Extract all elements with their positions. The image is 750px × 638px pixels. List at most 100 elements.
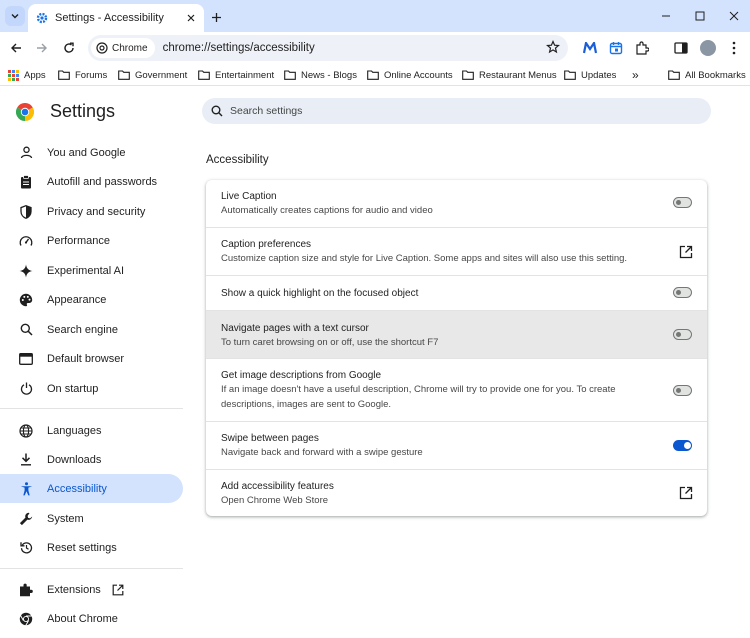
- extension-m-icon[interactable]: [580, 38, 600, 58]
- bookmark-folder-restaurant-menus[interactable]: Restaurant Menus: [462, 68, 557, 82]
- bookmark-label: All Bookmarks: [685, 69, 746, 81]
- more-menu-icon[interactable]: [724, 38, 744, 58]
- bookmark-folder-online-accounts[interactable]: Online Accounts: [367, 68, 453, 82]
- side-panel-icon[interactable]: [671, 38, 691, 58]
- caret-browsing-toggle[interactable]: [673, 329, 692, 340]
- setting-subtitle: Customize caption size and style for Liv…: [221, 253, 628, 264]
- external-link-icon[interactable]: [679, 486, 693, 500]
- palette-icon: [19, 293, 33, 307]
- new-tab-button[interactable]: [207, 8, 225, 26]
- maximize-button[interactable]: [690, 6, 710, 26]
- swipe-navigation-toggle[interactable]: [673, 440, 692, 451]
- folder-icon: [284, 70, 296, 80]
- image-descriptions-toggle[interactable]: [673, 385, 692, 396]
- site-info-chip[interactable]: Chrome: [91, 38, 155, 58]
- sidebar-item-accessibility[interactable]: Accessibility: [0, 474, 183, 503]
- bookmark-folder-government[interactable]: Government: [118, 68, 187, 82]
- setting-row-swipe-navigation[interactable]: Swipe between pages Navigate back and fo…: [206, 421, 707, 469]
- bookmark-folder-entertainment[interactable]: Entertainment: [198, 68, 274, 82]
- profile-avatar[interactable]: [698, 38, 718, 58]
- bookmark-label: Apps: [24, 69, 46, 81]
- setting-row-caption-preferences[interactable]: Caption preferences Customize caption si…: [206, 227, 707, 275]
- close-tab-icon[interactable]: [186, 13, 196, 23]
- address-bar[interactable]: Chrome chrome://settings/accessibility: [88, 35, 568, 61]
- all-bookmarks-folder[interactable]: All Bookmarks: [668, 68, 746, 82]
- back-button[interactable]: [6, 38, 26, 58]
- sidebar-item-label: Appearance: [47, 293, 107, 306]
- sidebar-item-system[interactable]: System: [0, 504, 183, 533]
- sidebar-item-label: Default browser: [47, 352, 125, 365]
- sidebar-item-autofill[interactable]: Autofill and passwords: [0, 167, 183, 196]
- shield-icon: [19, 204, 33, 219]
- clipboard-icon: [19, 174, 33, 189]
- sidebar-item-label: Privacy and security: [47, 205, 146, 218]
- close-window-button[interactable]: [724, 6, 744, 26]
- setting-row-image-descriptions[interactable]: Get image descriptions from Google If an…: [206, 358, 707, 421]
- sidebar-item-extensions[interactable]: Extensions: [0, 575, 183, 604]
- sidebar-item-you-and-google[interactable]: You and Google: [0, 138, 183, 167]
- setting-row-live-caption[interactable]: Live Caption Automatically creates capti…: [206, 180, 707, 227]
- sidebar-item-search-engine[interactable]: Search engine: [0, 315, 183, 344]
- setting-row-caret-browsing[interactable]: Navigate pages with a text cursor To tur…: [206, 310, 707, 358]
- focus-highlight-toggle[interactable]: [673, 287, 692, 298]
- search-input[interactable]: [230, 105, 670, 117]
- sidebar-item-languages[interactable]: Languages: [0, 416, 183, 445]
- bookmark-folder-forums[interactable]: Forums: [58, 68, 107, 82]
- wrench-icon: [19, 512, 33, 526]
- sidebar-item-reset-settings[interactable]: Reset settings: [0, 533, 183, 562]
- minimize-button[interactable]: [656, 6, 676, 26]
- bookmark-star-icon[interactable]: [546, 40, 560, 54]
- minimize-icon: [662, 15, 670, 17]
- external-link-icon[interactable]: [679, 245, 693, 259]
- setting-title: Add accessibility features: [221, 481, 334, 492]
- search-settings-box[interactable]: [202, 98, 711, 124]
- setting-row-add-accessibility-features[interactable]: Add accessibility features Open Chrome W…: [206, 469, 707, 516]
- setting-subtitle: If an image doesn't have a useful descri…: [221, 384, 616, 410]
- bookmark-label: News - Blogs: [301, 69, 357, 81]
- arrow-right-icon: [37, 43, 47, 53]
- download-icon: [19, 453, 33, 467]
- sidebar-item-label: About Chrome: [47, 612, 118, 625]
- speedometer-icon: [19, 234, 33, 248]
- sidebar-item-privacy[interactable]: Privacy and security: [0, 197, 183, 226]
- bookmark-label: Entertainment: [215, 69, 275, 81]
- setting-subtitle: Automatically creates captions for audio…: [221, 205, 433, 216]
- globe-icon: [19, 423, 33, 438]
- maximize-icon: [695, 11, 705, 21]
- setting-row-focus-highlight[interactable]: Show a quick highlight on the focused ob…: [206, 275, 707, 310]
- search-icon: [211, 105, 223, 117]
- folder-icon: [118, 70, 130, 80]
- live-caption-toggle[interactable]: [673, 197, 692, 208]
- accessibility-icon: [19, 481, 33, 496]
- bookmark-folder-news-blogs[interactable]: News - Blogs: [284, 68, 357, 82]
- sidebar-item-downloads[interactable]: Downloads: [0, 445, 183, 474]
- site-chip-label: Chrome: [112, 42, 148, 54]
- tab-settings-accessibility[interactable]: Settings - Accessibility: [28, 4, 204, 32]
- extension-calendar-icon[interactable]: [606, 38, 626, 58]
- sidebar-item-label: Downloads: [47, 453, 102, 466]
- reload-button[interactable]: [59, 38, 79, 58]
- bookmark-label: Government: [135, 69, 188, 81]
- sidebar-item-about-chrome[interactable]: About Chrome: [0, 604, 183, 633]
- tab-search-button[interactable]: [5, 6, 25, 26]
- tab-strip: Settings - Accessibility: [0, 0, 750, 32]
- sidebar-item-label: Autofill and passwords: [47, 175, 158, 188]
- arrow-left-icon: [11, 43, 21, 53]
- forward-button[interactable]: [32, 38, 52, 58]
- sparkle-icon: [19, 264, 33, 278]
- bookmark-apps[interactable]: Apps: [8, 68, 46, 82]
- sidebar-item-on-startup[interactable]: On startup: [0, 374, 183, 403]
- sidebar-item-performance[interactable]: Performance: [0, 226, 183, 255]
- sidebar-item-appearance[interactable]: Appearance: [0, 285, 183, 314]
- page-title: Settings: [50, 101, 116, 121]
- extensions-puzzle-icon[interactable]: [632, 38, 652, 58]
- bookmark-folder-updates[interactable]: Updates: [564, 68, 616, 82]
- close-icon: [729, 11, 739, 21]
- overflow-chevron-icon: »: [632, 68, 639, 82]
- bookmarks-overflow-button[interactable]: »: [632, 68, 639, 82]
- chrome-logo-icon: [19, 612, 33, 626]
- puzzle-icon: [19, 583, 33, 597]
- sidebar-item-experimental-ai[interactable]: Experimental AI: [0, 256, 183, 285]
- sidebar-divider: [0, 408, 183, 409]
- sidebar-item-default-browser[interactable]: Default browser: [0, 344, 183, 373]
